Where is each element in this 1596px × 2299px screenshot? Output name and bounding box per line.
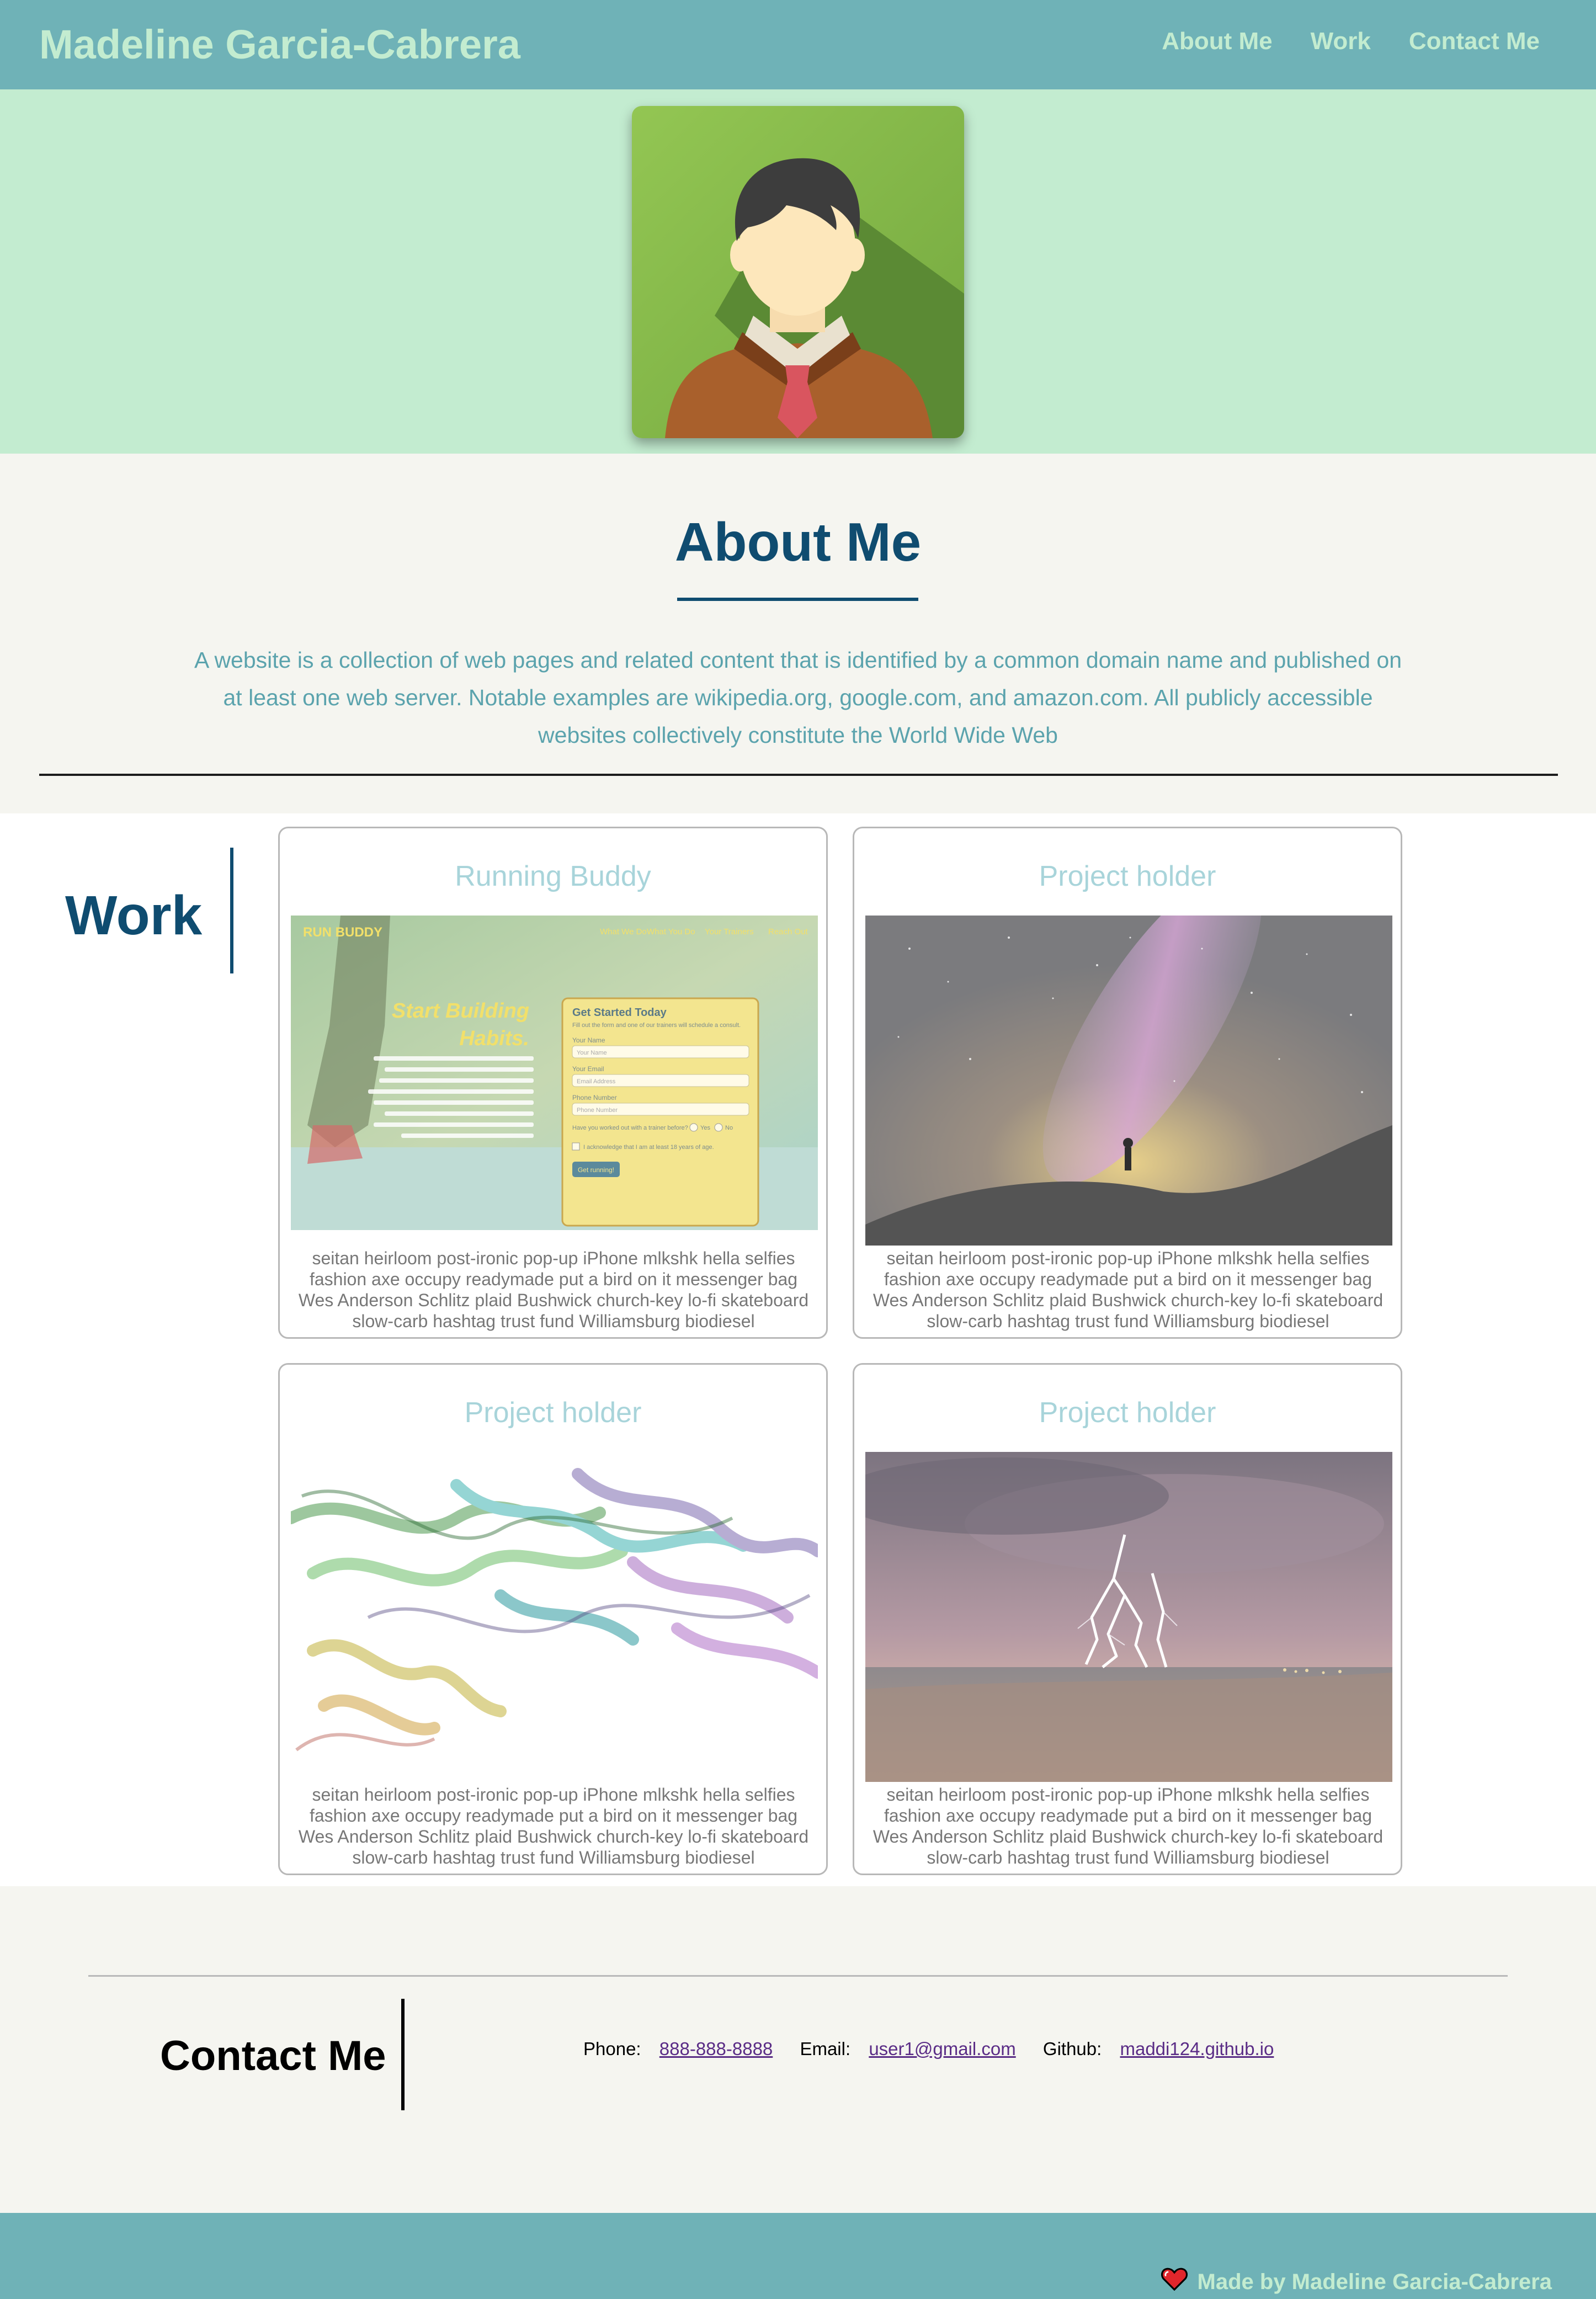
about-section: About Me A website is a collection of we… (0, 454, 1596, 813)
email-label: Email: (800, 2039, 851, 2059)
github-label: Github: (1042, 2039, 1102, 2059)
project-card-2[interactable]: Project holder seitan heirloom post-iron… (853, 827, 1402, 1339)
about-title-underline (677, 598, 918, 601)
footer-credit: Made by Madeline Garcia-Cabrera (1161, 2266, 1552, 2297)
rb-option-no: No (725, 1125, 733, 1131)
work-title-bar (230, 848, 233, 973)
about-text: A website is a collection of web pages a… (194, 647, 1402, 748)
github-link[interactable]: maddi124.github.io (1120, 2039, 1274, 2059)
rb-nav-4: Reach Out (768, 927, 808, 936)
project-image-starry-sky[interactable] (865, 916, 1392, 1246)
project-image-lightning-beach[interactable] (865, 1452, 1392, 1782)
project-image-color-smoke[interactable] (291, 1452, 818, 1782)
site-header: Madeline Garcia-Cabrera About Me Work Co… (0, 0, 1596, 89)
rb-form-subtitle: Fill out the form and one of our trainer… (572, 1022, 741, 1029)
rb-logo: RUN BUDDY (303, 925, 382, 940)
about-divider (39, 774, 1558, 776)
project-screenshot-running-buddy[interactable]: RUN BUDDY What We Do What You Do Your Tr… (291, 916, 818, 1246)
project-card-running-buddy[interactable]: Running Buddy RUN BUDDY What We Do What … (278, 827, 828, 1339)
rb-phone-input: Phone Number (577, 1107, 618, 1114)
nav-work[interactable]: Work (1311, 25, 1371, 58)
email-link[interactable]: user1@gmail.com (869, 2039, 1015, 2059)
rb-email-input: Email Address (577, 1078, 616, 1085)
profile-avatar (632, 106, 964, 438)
rb-headline-2: Habits. (459, 1027, 529, 1050)
contact-section: Contact Me Phone: 888-888-8888 Email: us… (0, 1886, 1596, 2213)
project-title[interactable]: Project holder (854, 857, 1401, 896)
nav-about-me[interactable]: About Me (1162, 25, 1272, 58)
heart-icon (1161, 2266, 1188, 2297)
project-title[interactable]: Project holder (854, 1393, 1401, 1432)
main-nav: About Me Work Contact Me (1162, 25, 1540, 58)
rb-email-label: Your Email (572, 1065, 604, 1073)
rb-nav-3: Your Trainers (705, 927, 754, 936)
rb-nav-1: What We Do (600, 927, 647, 936)
rb-name-label: Your Name (572, 1036, 605, 1044)
rb-name-input: Your Name (577, 1050, 607, 1056)
footer-credit-text: Made by Madeline Garcia-Cabrera (1197, 2269, 1552, 2294)
rb-option-yes: Yes (700, 1125, 710, 1131)
work-section: Work Running Buddy RUN BUDDY What We Do (0, 813, 1596, 1886)
rb-submit-button: Get running! (578, 1166, 614, 1174)
rb-headline-1: Start Building (392, 999, 529, 1023)
nav-contact-me[interactable]: Contact Me (1409, 25, 1540, 58)
project-description: seitan heirloom post-ironic pop-up iPhon… (873, 1785, 1384, 1867)
rb-phone-label: Phone Number (572, 1094, 617, 1101)
project-card-4[interactable]: Project holder seitan heirloom post-iron… (853, 1363, 1402, 1875)
site-footer: Made by Madeline Garcia-Cabrera (0, 2213, 1596, 2299)
contact-info: Phone: 888-888-8888 Email: user1@gmail.c… (583, 2035, 1296, 2063)
work-title: Work (65, 885, 203, 946)
phone-label: Phone: (583, 2039, 641, 2059)
project-description: seitan heirloom post-ironic pop-up iPhon… (873, 1248, 1384, 1331)
phone-link[interactable]: 888-888-8888 (659, 2039, 773, 2059)
project-description: seitan heirloom post-ironic pop-up iPhon… (298, 1248, 809, 1331)
contact-title-bar (401, 1999, 405, 2110)
contact-title: Contact Me (160, 2032, 386, 2079)
rb-question: Have you worked out with a trainer befor… (572, 1125, 688, 1131)
hero-section (0, 89, 1596, 454)
rb-form-title: Get Started Today (572, 1007, 667, 1019)
contact-divider (88, 1975, 1508, 1977)
rb-acknowledge: I acknowledge that I am at least 18 year… (583, 1144, 714, 1151)
site-brand[interactable]: Madeline Garcia-Cabrera (39, 20, 520, 70)
project-description: seitan heirloom post-ironic pop-up iPhon… (298, 1785, 809, 1867)
about-title: About Me (674, 512, 922, 572)
project-title[interactable]: Project holder (280, 1393, 826, 1432)
rb-nav-2: What You Do (647, 927, 695, 936)
project-card-3[interactable]: Project holder seitan heirloom post-iron… (278, 1363, 828, 1875)
project-title[interactable]: Running Buddy (280, 857, 826, 896)
